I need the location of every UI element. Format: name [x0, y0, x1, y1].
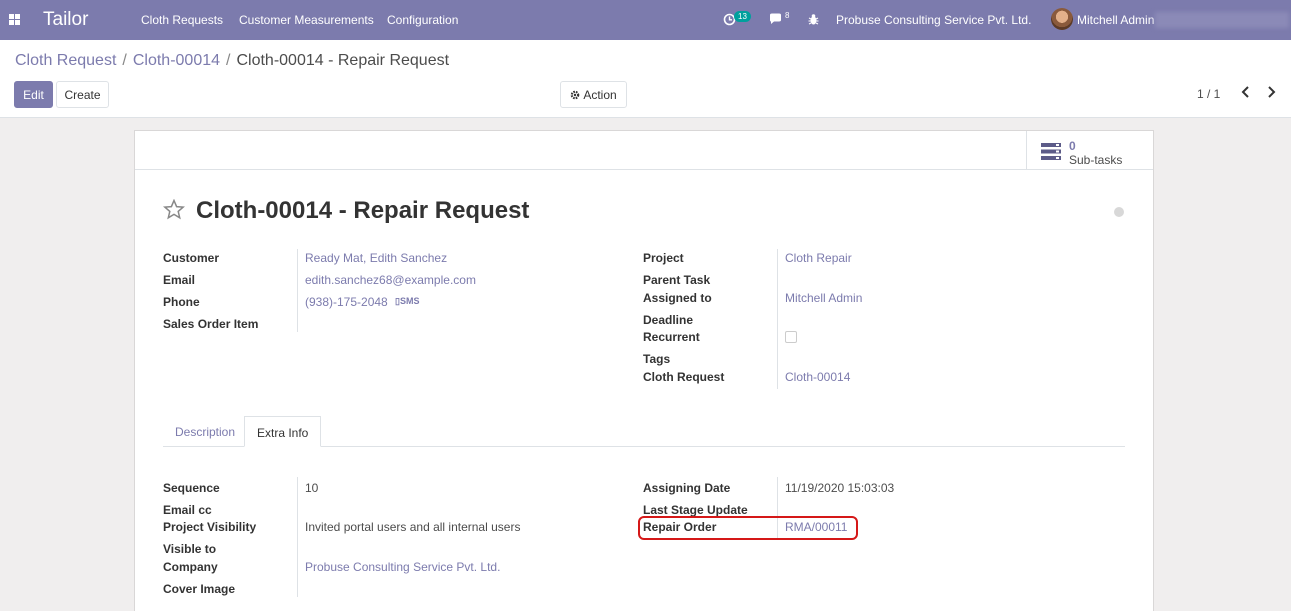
app-title[interactable]: Tailor	[43, 9, 88, 31]
deadline-label: Deadline	[643, 313, 694, 327]
breadcrumb: Cloth Request / Cloth-00014/Cloth-00014 - …	[15, 52, 450, 69]
sales-order-item-label: Sales Order Item	[163, 317, 259, 331]
subtasks-label: Sub-tasks	[1069, 153, 1123, 167]
messages-chat-icon[interactable]	[769, 13, 783, 26]
field-divider	[777, 249, 778, 389]
pager-value[interactable]: 1 / 1	[1197, 87, 1220, 101]
tasks-icon	[1041, 143, 1061, 160]
breadcrumb-current: Cloth-00014 - Repair Request	[236, 52, 450, 69]
project-value[interactable]: Cloth Repair	[785, 251, 852, 265]
project-visibility-value: Invited portal users and all internal us…	[305, 520, 521, 534]
sms-link[interactable]: ▯SMS	[395, 296, 419, 307]
company-value[interactable]: Probuse Consulting Service Pvt. Ltd.	[305, 560, 500, 574]
customer-value[interactable]: Ready Mat, Edith Sanchez	[305, 251, 447, 265]
button-box: 0 Sub-tasks	[135, 131, 1153, 170]
form-sheet: 0 Sub-tasks Cloth-00014 - Repair Request…	[134, 130, 1154, 611]
phone-value[interactable]: (938)-175-2048	[305, 295, 388, 309]
notebook-tabs: Description Extra Info	[163, 416, 1125, 447]
email-label: Email	[163, 273, 196, 287]
field-divider	[297, 249, 298, 332]
pager-next-icon[interactable]	[1264, 85, 1278, 99]
assigned-to-label: Assigned to	[643, 291, 712, 305]
project-visibility-label: Project Visibility	[163, 520, 257, 534]
messages-count-badge: 8	[785, 11, 790, 20]
repair-order-highlight	[638, 516, 858, 540]
last-stage-update-label: Last Stage Update	[643, 503, 748, 517]
project-label: Project	[643, 251, 684, 265]
record-title: Cloth-00014 - Repair Request	[196, 197, 530, 224]
customer-label: Customer	[163, 251, 220, 265]
company-switcher[interactable]: Probuse Consulting Service Pvt. Ltd.	[836, 13, 1031, 27]
company-label: Company	[163, 560, 218, 574]
phone-label: Phone	[163, 295, 200, 309]
recurrent-label: Recurrent	[643, 330, 700, 344]
control-panel: Cloth Request / Cloth-00014/Cloth-00014 - …	[0, 40, 1291, 118]
activity-count-badge: 13	[734, 11, 751, 22]
recurrent-checkbox[interactable]	[785, 331, 797, 343]
email-cc-label: Email cc	[163, 503, 212, 517]
redacted-area	[1155, 12, 1289, 28]
assigning-date-label: Assigning Date	[643, 481, 731, 495]
tags-label: Tags	[643, 352, 671, 366]
favorite-star-icon[interactable]	[163, 199, 185, 220]
sequence-label: Sequence	[163, 481, 220, 495]
email-value[interactable]: edith.sanchez68@example.com	[305, 273, 476, 287]
tab-extra-info[interactable]: Extra Info	[244, 416, 322, 447]
parent-task-label: Parent Task	[643, 273, 711, 287]
cloth-request-value[interactable]: Cloth-00014	[785, 370, 850, 384]
apps-menu-icon[interactable]	[9, 14, 20, 25]
edit-button[interactable]: Edit	[14, 81, 53, 108]
cover-image-label: Cover Image	[163, 582, 236, 596]
breadcrumb-cloth-request[interactable]: Cloth Request	[15, 52, 116, 69]
subtasks-smart-button[interactable]: 0 Sub-tasks	[1026, 131, 1153, 170]
cloth-request-label: Cloth Request	[643, 370, 725, 384]
action-button[interactable]: Action	[560, 81, 627, 108]
sequence-value: 10	[305, 481, 319, 495]
menu-configuration[interactable]: Configuration	[387, 13, 458, 27]
assigning-date-value: 11/19/2020 15:03:03	[785, 481, 895, 495]
assigned-to-value[interactable]: Mitchell Admin	[785, 291, 862, 305]
menu-cloth-requests[interactable]: Cloth Requests	[141, 13, 223, 27]
user-avatar[interactable]	[1051, 8, 1073, 30]
subtasks-count: 0	[1069, 139, 1076, 153]
action-label: Action	[583, 87, 617, 102]
visible-to-label: Visible to	[163, 542, 217, 556]
field-divider	[297, 477, 298, 597]
menu-customer-measurements[interactable]: Customer Measurements	[239, 13, 374, 27]
tab-description[interactable]: Description	[163, 416, 247, 447]
top-navbar: Tailor Cloth Requests Customer Measureme…	[0, 0, 1291, 40]
pager-previous-icon[interactable]	[1239, 85, 1253, 99]
debug-bug-icon[interactable]	[808, 13, 819, 26]
create-button[interactable]: Create	[56, 81, 109, 108]
kanban-state-indicator[interactable]	[1114, 207, 1124, 217]
user-menu[interactable]: Mitchell Admin	[1077, 13, 1154, 27]
gear-icon	[571, 90, 580, 99]
breadcrumb-cloth-00014[interactable]: Cloth-00014	[133, 52, 220, 69]
